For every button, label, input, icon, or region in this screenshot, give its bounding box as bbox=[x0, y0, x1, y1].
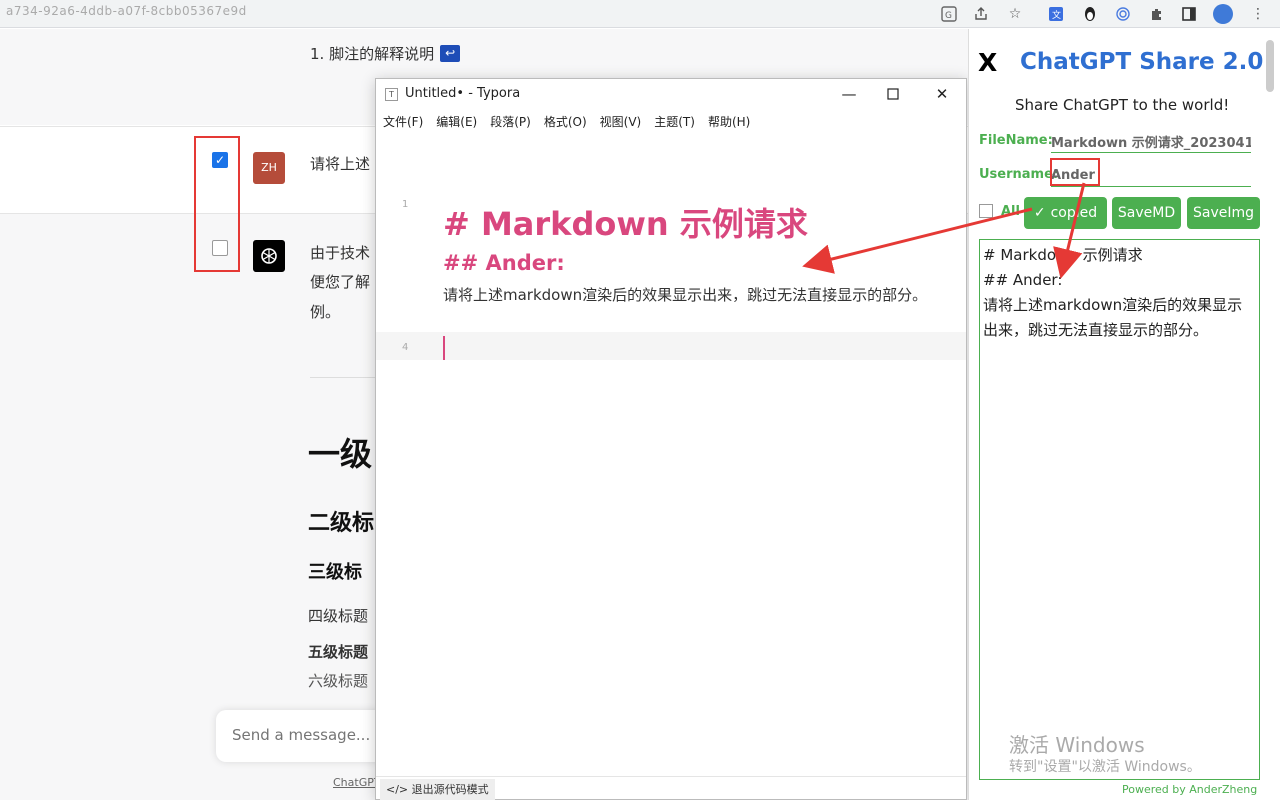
windows-activation-hint: 转到"设置"以激活 Windows。 bbox=[1009, 759, 1201, 775]
save-md-button[interactable]: SaveMD bbox=[1112, 197, 1181, 229]
select-all-label: All bbox=[1001, 204, 1020, 219]
maximize-icon[interactable] bbox=[870, 79, 916, 109]
heading-level-4: 四级标题 bbox=[308, 607, 369, 625]
translate-icon[interactable]: G bbox=[938, 3, 960, 25]
translate-extension-icon[interactable]: 文 bbox=[1045, 3, 1067, 25]
markdown-heading-2[interactable]: ## Ander: bbox=[443, 251, 565, 275]
menu-file[interactable]: 文件(F) bbox=[383, 113, 423, 130]
menu-theme[interactable]: 主题(T) bbox=[654, 113, 695, 130]
panel-subtitle: Share ChatGPT to the world! bbox=[1015, 96, 1230, 114]
svg-text:G: G bbox=[945, 11, 952, 21]
typora-titlebar: T Untitled• - Typora — ✕ bbox=[376, 79, 966, 109]
exit-source-mode-button[interactable]: </> 退出源代码模式 bbox=[380, 779, 495, 800]
spiral-icon[interactable] bbox=[1112, 3, 1134, 25]
menu-edit[interactable]: 编辑(E) bbox=[436, 113, 477, 130]
markdown-preview-area[interactable]: # Markdown 示例请求 ## Ander: 请将上述markdown渲染… bbox=[979, 239, 1260, 780]
panel-scrollbar[interactable] bbox=[1266, 40, 1274, 92]
markdown-paragraph[interactable]: 请将上述markdown渲染后的效果显示出来，跳过无法直接显示的部分。 bbox=[443, 282, 943, 308]
username-label: Username: bbox=[979, 167, 1059, 182]
menu-format[interactable]: 格式(O) bbox=[544, 113, 587, 130]
typora-statusbar: </> 退出源代码模式 bbox=[376, 776, 966, 800]
profile-icon[interactable] bbox=[1212, 3, 1234, 25]
powered-by-footer: Powered by AnderZheng bbox=[1122, 783, 1258, 796]
browser-toolbar: a734-92a6-4ddb-a07f-8cbb05367e9d G ☆ 文 ⋮ bbox=[0, 0, 1280, 28]
markdown-heading-1[interactable]: # Markdown 示例请求 bbox=[443, 199, 808, 245]
text-cursor bbox=[443, 336, 445, 360]
address-bar[interactable]: a734-92a6-4ddb-a07f-8cbb05367e9d bbox=[6, 4, 247, 18]
footnote-back-icon[interactable]: ↩ bbox=[440, 45, 461, 62]
line-number: 1 bbox=[402, 199, 409, 210]
username-highlight-box bbox=[1050, 158, 1100, 186]
svg-text:文: 文 bbox=[1052, 9, 1061, 21]
assistant-text-line-1: 由于技术 bbox=[310, 244, 371, 262]
typora-editor[interactable]: 1 # Markdown 示例请求 ## Ander: 请将上述markdown… bbox=[376, 139, 966, 775]
sidebar-icon[interactable] bbox=[1178, 3, 1200, 25]
panel-title: ChatGPT Share 2.0 bbox=[1020, 49, 1264, 75]
checkbox-highlight-box bbox=[194, 136, 240, 272]
heading-level-1: 一级 bbox=[308, 435, 373, 473]
save-img-button[interactable]: SaveImg bbox=[1187, 197, 1260, 229]
typora-app-icon: T bbox=[385, 88, 398, 101]
filename-label: FileName: bbox=[979, 133, 1053, 148]
typora-menubar: 文件(F) 编辑(E) 段落(P) 格式(O) 视图(V) 主题(T) 帮助(H… bbox=[383, 113, 750, 130]
preview-line: 请将上述markdown渲染后的效果显示出来，跳过无法直接显示的部分。 bbox=[983, 296, 1243, 339]
panel-close-button[interactable]: X bbox=[978, 48, 997, 77]
qq-penguin-icon[interactable] bbox=[1079, 3, 1101, 25]
chatgpt-logo-icon bbox=[253, 240, 285, 272]
minimize-icon[interactable]: — bbox=[826, 79, 872, 109]
typora-window: T Untitled• - Typora — ✕ 文件(F) 编辑(E) 段落(… bbox=[375, 78, 967, 800]
assistant-text-line-3: 例。 bbox=[310, 303, 341, 321]
kebab-menu-icon[interactable]: ⋮ bbox=[1247, 3, 1269, 25]
chatgpt-share-panel: X ChatGPT Share 2.0 Share ChatGPT to the… bbox=[968, 29, 1280, 800]
copy-button-label: copied bbox=[1050, 205, 1098, 221]
filename-field[interactable] bbox=[1051, 131, 1251, 153]
heading-level-3: 三级标 bbox=[308, 562, 362, 583]
line-number: 4 bbox=[402, 342, 409, 353]
star-icon[interactable]: ☆ bbox=[1004, 3, 1026, 25]
preview-line: # Markdown 示例请求 bbox=[983, 246, 1143, 264]
heading-level-5: 五级标题 bbox=[308, 643, 369, 661]
check-icon: ✓ bbox=[1033, 205, 1046, 221]
copy-button[interactable]: ✓ copied bbox=[1024, 197, 1107, 229]
assistant-text-line-2: 便您了解 bbox=[310, 273, 371, 291]
menu-paragraph[interactable]: 段落(P) bbox=[490, 113, 531, 130]
footer-link[interactable]: ChatGPT bbox=[333, 776, 381, 789]
close-icon[interactable]: ✕ bbox=[919, 79, 965, 109]
heading-level-6: 六级标题 bbox=[308, 672, 369, 690]
puzzle-icon[interactable] bbox=[1146, 3, 1168, 25]
menu-view[interactable]: 视图(V) bbox=[600, 113, 642, 130]
preview-line: ## Ander: bbox=[983, 271, 1063, 289]
select-all-checkbox[interactable] bbox=[979, 204, 993, 218]
divider bbox=[310, 377, 376, 378]
menu-help[interactable]: 帮助(H) bbox=[708, 113, 750, 130]
user-avatar: ZH bbox=[253, 152, 285, 184]
current-line-highlight bbox=[376, 332, 966, 360]
heading-level-2: 二级标 bbox=[308, 511, 375, 536]
share-icon[interactable] bbox=[970, 3, 992, 25]
user-message-text: 请将上述 bbox=[310, 155, 371, 173]
typora-window-title: Untitled• - Typora bbox=[405, 86, 521, 101]
footnote: 1. 脚注的解释说明 ↩ bbox=[310, 43, 461, 64]
footnote-text: 1. 脚注的解释说明 bbox=[310, 45, 435, 63]
windows-activation-watermark: 激活 Windows bbox=[1009, 733, 1145, 757]
